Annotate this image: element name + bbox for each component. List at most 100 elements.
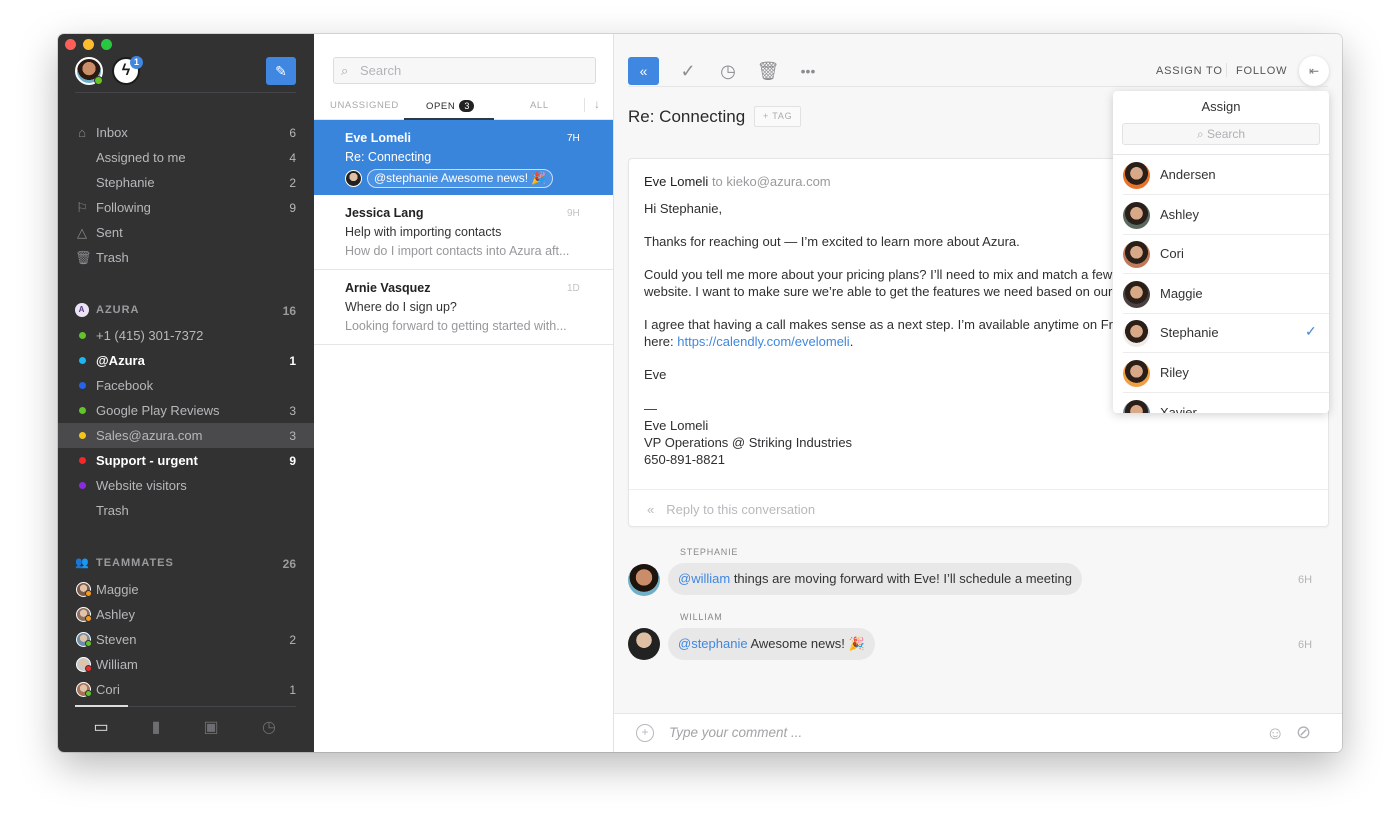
sidebar-teammate-item[interactable]: Cori 1 <box>58 677 314 702</box>
notification-badge: 1 <box>130 56 143 69</box>
sidebar-channel-item[interactable]: Sales@azura.com 3 <box>58 423 314 448</box>
avatar <box>628 564 660 596</box>
tab-unassigned[interactable]: UNASSIGNED <box>330 100 399 111</box>
conversation-item[interactable]: Jessica Lang 9H Help with importing cont… <box>314 195 613 270</box>
divider <box>75 92 296 93</box>
comment-time: 6H <box>1298 639 1313 651</box>
divider <box>629 489 1328 490</box>
sidebar-item-inbox[interactable]: ⌂ Inbox 6 <box>58 120 314 145</box>
team-icon: 👥 <box>75 557 90 569</box>
inbox-tray-icon[interactable]: ▭ <box>89 718 113 738</box>
snooze-clock-icon[interactable]: ◷ <box>716 59 740 83</box>
reply-all-button[interactable]: « <box>628 57 659 85</box>
sidebar-item-stephanie[interactable]: Stephanie 2 <box>58 170 314 195</box>
sidebar-channel-item[interactable]: +1 (415) 301-7372 <box>58 323 314 348</box>
channel-color-dot <box>79 432 86 439</box>
message-header: Eve Lomeli to kieko@azura.com <box>644 174 831 189</box>
bookmark-icon: ⚐ <box>76 199 88 215</box>
sidebar-channel-item[interactable]: Support - urgent 9 <box>58 448 314 473</box>
minimize-window-button[interactable] <box>83 39 94 50</box>
mention[interactable]: @stephanie <box>678 636 748 651</box>
conversation-list: ⌕ Search UNASSIGNED OPEN 3 ALL ↓ Eve Lome… <box>314 34 614 752</box>
assign-person-item[interactable]: Ashley <box>1113 195 1329 235</box>
divider <box>1226 63 1227 77</box>
status-dot <box>85 615 92 622</box>
assign-person-item[interactable]: Xavier <box>1113 393 1329 413</box>
sidebar-channel-item[interactable]: Facebook <box>58 373 314 398</box>
assign-person-item[interactable]: Riley <box>1113 353 1329 393</box>
channel-color-dot <box>79 457 86 464</box>
pencil-icon: ✎ <box>275 63 287 79</box>
online-status-dot <box>94 76 103 85</box>
sidebar-item-following[interactable]: ⚐ Following 9 <box>58 195 314 220</box>
section-azura[interactable]: A AZURA 16 <box>58 301 314 321</box>
channel-color-dot <box>79 482 86 489</box>
add-tag-button[interactable]: + TAG <box>754 106 802 127</box>
avatar <box>1123 360 1150 387</box>
comment-bubble: @stephanie Awesome news! 🎉 <box>668 628 875 660</box>
follow-button[interactable]: FOLLOW <box>1236 65 1287 77</box>
sidebar-channel-item[interactable]: Google Play Reviews 3 <box>58 398 314 423</box>
scheduled-icon[interactable]: ◷ <box>257 718 281 738</box>
trash-icon[interactable]: 🗑 <box>756 59 780 83</box>
calendly-link[interactable]: https://calendly.com/evelomeli <box>677 334 849 349</box>
comment-bubble: @william things are moving forward with … <box>668 563 1082 595</box>
search-input[interactable]: ⌕ Search <box>333 57 596 84</box>
tab-all[interactable]: ALL <box>530 100 549 111</box>
checkmark-icon: ✓ <box>1305 323 1317 340</box>
reply-input[interactable]: «Reply to this conversation <box>647 502 815 517</box>
assign-search-input[interactable]: ⌕ Search <box>1122 123 1320 145</box>
assign-person-item[interactable]: Andersen <box>1113 155 1329 195</box>
conversation-item[interactable]: Arnie Vasquez 1D Where do I sign up? Loo… <box>314 270 613 345</box>
attachment-icon[interactable]: ⊘ <box>1296 722 1311 743</box>
assign-person-item[interactable]: Cori <box>1113 234 1329 275</box>
maximize-window-button[interactable] <box>101 39 112 50</box>
avatar <box>1123 280 1150 308</box>
emoji-icon[interactable]: ☺ <box>1266 723 1284 744</box>
mention[interactable]: @william <box>678 571 730 586</box>
commenter-avatar <box>345 170 362 187</box>
more-icon[interactable]: ••• <box>796 59 820 83</box>
avatar <box>1123 201 1150 229</box>
sidebar-item-sent[interactable]: △ Sent <box>58 220 314 245</box>
sidebar-channel-item[interactable]: Trash <box>58 498 314 523</box>
compose-button[interactable]: ✎ <box>266 57 296 85</box>
sort-arrow-icon[interactable]: ↓ <box>594 97 600 111</box>
section-teammates[interactable]: 👥 TEAMMATES 26 <box>58 554 314 574</box>
close-window-button[interactable] <box>65 39 76 50</box>
avatar <box>1123 241 1150 269</box>
comment-time: 6H <box>1298 574 1313 586</box>
sidebar-teammate-item[interactable]: Ashley <box>58 602 314 627</box>
analytics-icon[interactable]: ▮ <box>144 718 168 738</box>
comment-author: STEPHANIE <box>680 547 739 557</box>
sidebar-item-assigned-to-me[interactable]: Assigned to me 4 <box>58 145 314 170</box>
archive-check-icon[interactable]: ✓ <box>676 59 700 83</box>
toggle-panel-icon[interactable]: ⇤ <box>1299 56 1329 86</box>
reply-all-icon: « <box>647 502 655 517</box>
sidebar-teammate-item[interactable]: Steven 2 <box>58 627 314 652</box>
open-count-badge: 3 <box>459 100 475 112</box>
search-icon: ⌕ <box>1196 127 1208 141</box>
avatar <box>628 628 660 660</box>
divider <box>584 98 585 112</box>
assign-person-item[interactable]: Stephanie ✓ <box>1113 313 1329 354</box>
sidebar-channel-item[interactable]: @Azura 1 <box>58 348 314 373</box>
assign-person-item[interactable]: Maggie <box>1113 274 1329 314</box>
sidebar-teammate-item[interactable]: William <box>58 652 314 677</box>
tab-bar: UNASSIGNED OPEN 3 ALL <box>314 94 614 120</box>
sent-icon: △ <box>77 224 87 240</box>
tab-open[interactable]: OPEN 3 <box>426 100 475 112</box>
sidebar-footer: ▭ ▮ ▣ ◷ <box>58 705 314 752</box>
channel-color-dot <box>79 407 86 414</box>
sidebar-item-trash[interactable]: 🗑 Trash <box>58 245 314 270</box>
conversation-item[interactable]: Eve Lomeli 7H Re: Connecting @stephanie … <box>314 120 613 195</box>
contacts-icon[interactable]: ▣ <box>199 718 223 738</box>
sidebar-teammate-item[interactable]: Maggie <box>58 577 314 602</box>
add-comment-icon[interactable]: + <box>636 724 654 742</box>
assign-dropdown: Assign ⌕ Search Andersen Ashley Cori Maggie… <box>1113 91 1329 413</box>
assign-to-button[interactable]: ASSIGN TO <box>1156 65 1223 77</box>
sidebar-channel-item[interactable]: Website visitors <box>58 473 314 498</box>
scrollbar-thumb[interactable] <box>75 705 128 707</box>
search-icon: ⌕ <box>341 63 349 78</box>
comment-input[interactable]: Type your comment ... <box>669 725 802 740</box>
